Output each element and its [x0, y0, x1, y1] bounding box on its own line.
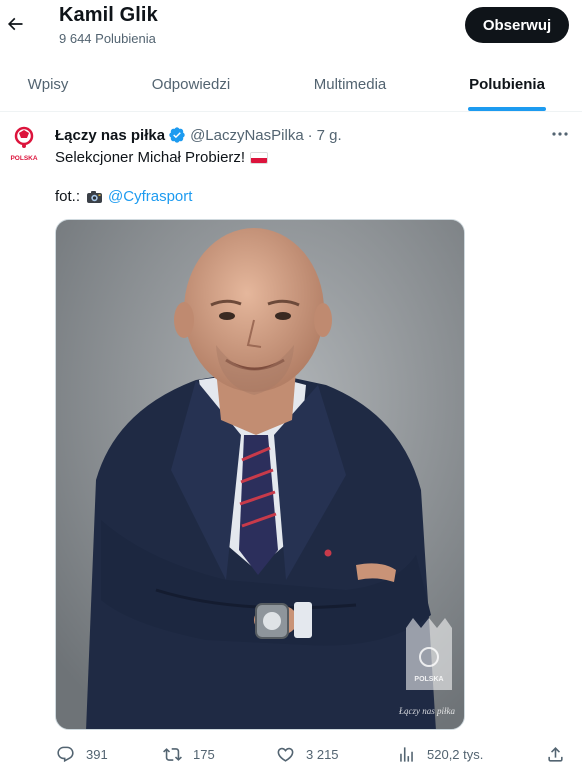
- author-name[interactable]: Łączy nas piłka: [55, 127, 165, 144]
- reply-button[interactable]: 391: [56, 739, 108, 769]
- tab-media[interactable]: Multimedia: [286, 58, 414, 111]
- credit-link[interactable]: @Cyfrasport: [108, 188, 192, 205]
- more-dots-icon: [552, 132, 568, 136]
- profile-tabs: Wpisy Odpowiedzi Multimedia Polubienia: [0, 58, 582, 112]
- portrait-photo: POLSKA Łączy nas piłka: [56, 220, 464, 729]
- separator-dot: ·: [307, 126, 313, 144]
- avatar-label: POLSKA: [10, 155, 37, 162]
- author-handle[interactable]: @LaczyNasPilka: [190, 127, 304, 144]
- post-text: Selekcjoner Michał Probierz!: [55, 149, 269, 166]
- views-button[interactable]: 520,2 tys.: [397, 739, 483, 769]
- follow-button[interactable]: Obserwuj: [465, 7, 569, 43]
- repost-button[interactable]: 175: [163, 739, 215, 769]
- reply-icon: [57, 746, 74, 762]
- post[interactable]: POLSKA Łączy nas piłka @LaczyNasPilka · …: [0, 112, 582, 775]
- pzpn-logo-icon: POLSKA: [10, 126, 38, 162]
- views-icon: [400, 746, 413, 762]
- reply-count: 391: [86, 746, 108, 762]
- tab-posts[interactable]: Wpisy: [0, 58, 96, 111]
- arrow-left-icon: [7, 17, 23, 31]
- repost-icon: [163, 747, 182, 761]
- active-tab-indicator: [468, 107, 546, 111]
- photo-credit: fot.: @Cyfrasport: [55, 188, 192, 205]
- like-icon: [277, 747, 294, 762]
- views-count: 520,2 tys.: [427, 746, 484, 762]
- credit-prefix: fot.:: [55, 188, 81, 205]
- profile-header: Kamil Glik 9 644 Polubienia Obserwuj: [0, 0, 582, 56]
- like-button[interactable]: 3 215: [276, 739, 339, 769]
- camera-icon: [87, 190, 103, 203]
- post-time[interactable]: 7 g.: [317, 127, 342, 144]
- like-count: 3 215: [306, 746, 339, 762]
- post-photo[interactable]: POLSKA Łączy nas piłka: [55, 219, 465, 730]
- back-button[interactable]: [2, 10, 28, 38]
- photo-signature: Łączy nas piłka: [398, 706, 455, 716]
- share-button[interactable]: [546, 739, 576, 769]
- post-text-content: Selekcjoner Michał Probierz!: [55, 149, 246, 166]
- tab-replies[interactable]: Odpowiedzi: [96, 58, 286, 111]
- verified-badge-icon: [169, 127, 185, 143]
- share-icon: [548, 746, 563, 762]
- post-actions: 391 175 3 215 520,2 tys.: [0, 739, 582, 769]
- profile-name: Kamil Glik: [59, 4, 158, 26]
- poland-flag-icon: [250, 151, 269, 164]
- tab-likes[interactable]: Polubienia: [414, 58, 582, 111]
- repost-count: 175: [193, 746, 215, 762]
- author-avatar[interactable]: POLSKA: [8, 124, 40, 164]
- likes-count: 9 644 Polubienia: [59, 31, 156, 46]
- more-options-button[interactable]: [548, 124, 572, 144]
- post-header: Łączy nas piłka @LaczyNasPilka · 7 g.: [55, 126, 342, 144]
- photo-watermark-label: POLSKA: [414, 676, 443, 683]
